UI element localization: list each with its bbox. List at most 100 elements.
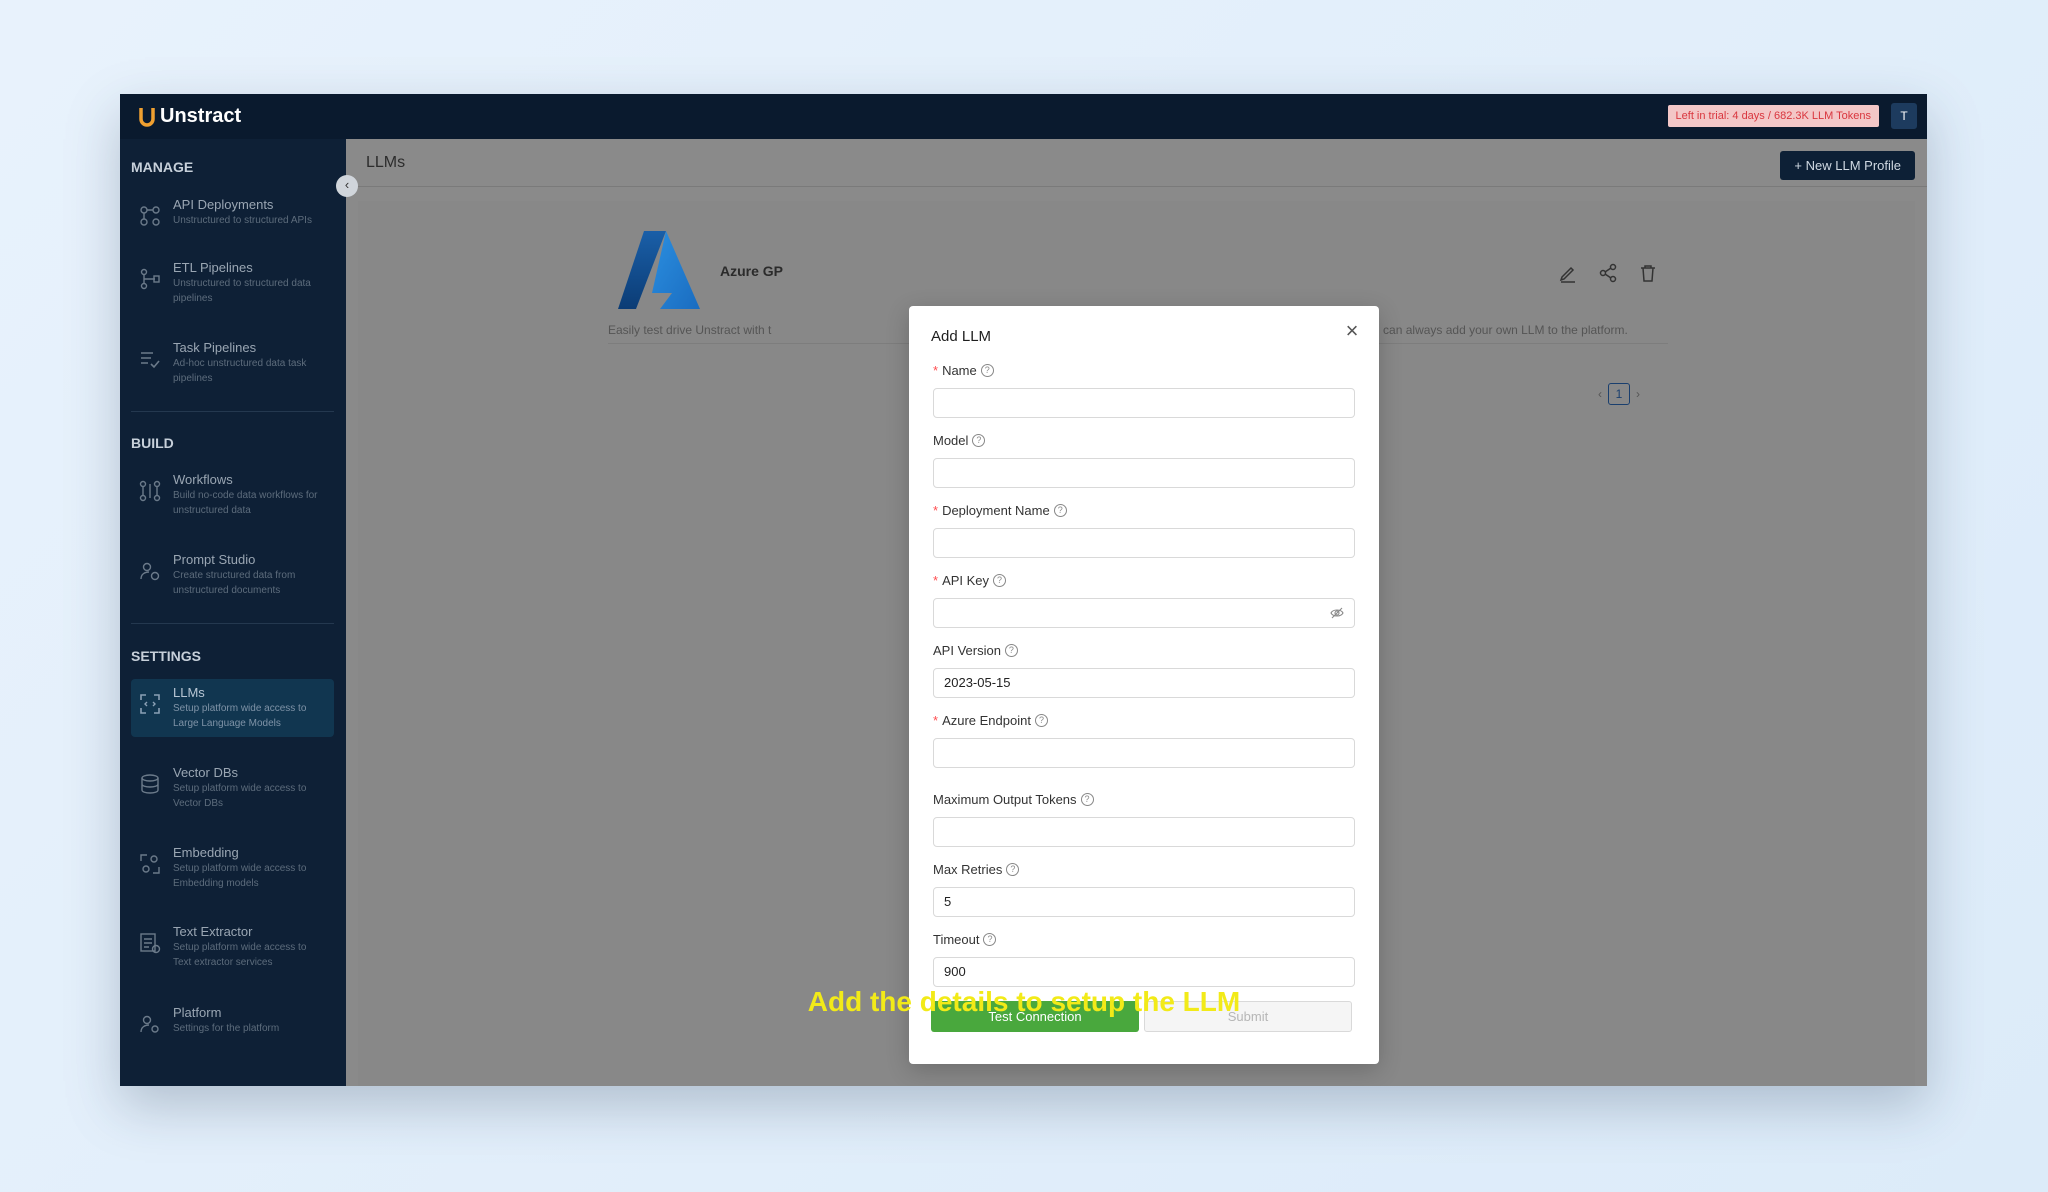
top-bar: Unstract Left in trial: 4 days / 682.3K … xyxy=(120,94,1927,139)
sidebar-item-api-deployments[interactable]: API Deployments Unstructured to structur… xyxy=(131,191,334,234)
azure-endpoint-input[interactable] xyxy=(933,738,1355,768)
close-icon[interactable]: × xyxy=(1343,320,1361,342)
nav-title: Embedding xyxy=(173,845,239,860)
field-label: Timeout? xyxy=(933,930,1355,948)
field-api-key: * API Key? xyxy=(933,571,1355,628)
help-icon[interactable]: ? xyxy=(1053,503,1067,517)
nav-desc: Ad-hoc unstructured data task pipelines xyxy=(173,358,307,384)
field-azure-endpoint: * Azure Endpoint? xyxy=(933,711,1355,768)
task-icon xyxy=(141,352,160,369)
nav-title: API Deployments xyxy=(173,197,274,212)
sidebar-item-prompt-studio[interactable]: Prompt Studio Create structured data fro… xyxy=(131,546,334,604)
logo[interactable]: Unstract xyxy=(138,105,241,128)
field-label: Max Retries? xyxy=(933,860,1355,878)
new-llm-profile-button[interactable]: + New LLM Profile xyxy=(1780,151,1915,180)
field-label: Model? xyxy=(933,431,1355,449)
share-icon[interactable] xyxy=(1598,263,1618,283)
delete-icon[interactable] xyxy=(1638,263,1658,283)
nav-desc: Unstructured to structured data pipeline… xyxy=(173,278,311,304)
llm-card-description: Easily test drive Unstract with t xyxy=(608,323,772,337)
timeout-label: Timeout xyxy=(933,931,980,947)
nav-title: Prompt Studio xyxy=(173,552,256,567)
field-max-retries: Max Retries? 5 xyxy=(933,860,1355,917)
database-icon xyxy=(141,774,159,794)
field-label: * Name? xyxy=(933,361,1355,379)
edit-icon[interactable] xyxy=(1558,263,1578,283)
field-timeout: Timeout? 900 xyxy=(933,930,1355,987)
field-deployment-name: * Deployment Name? xyxy=(933,501,1355,558)
help-icon[interactable]: ? xyxy=(1004,643,1018,657)
nav-desc: Setup platform wide access to Text extra… xyxy=(173,942,307,968)
field-name: * Name? xyxy=(933,361,1355,418)
max-output-tokens-input[interactable] xyxy=(933,817,1355,847)
help-icon[interactable]: ? xyxy=(1006,862,1020,876)
prompt-studio-icon xyxy=(140,562,160,581)
pagination-page[interactable]: 1 xyxy=(1608,383,1630,405)
sidebar-item-task-pipelines[interactable]: Task Pipelines Ad-hoc unstructured data … xyxy=(131,334,334,392)
max-retries-input[interactable]: 5 xyxy=(933,887,1355,917)
required-marker: * xyxy=(933,572,939,588)
model-input[interactable] xyxy=(933,458,1355,488)
embedding-icon xyxy=(140,854,160,874)
required-marker: * xyxy=(933,712,939,728)
azure-logo-icon xyxy=(618,231,700,309)
chevron-left-icon[interactable]: ‹ xyxy=(336,175,358,197)
nav-desc: Create structured data from unstructured… xyxy=(173,570,296,596)
help-icon[interactable]: ? xyxy=(983,932,997,946)
api-version-input[interactable]: 2023-05-15 xyxy=(933,668,1355,698)
required-marker: * xyxy=(933,502,939,518)
nav-desc: Setup platform wide access to Large Lang… xyxy=(173,703,307,729)
field-label: API Version? xyxy=(933,641,1355,659)
avatar[interactable]: T xyxy=(1891,103,1917,129)
field-max-output-tokens: Maximum Output Tokens? xyxy=(933,790,1355,847)
workflow-icon xyxy=(139,480,161,502)
help-icon[interactable]: ? xyxy=(1034,713,1048,727)
tutorial-caption: Add the details to setup the LLM xyxy=(807,986,1241,1017)
new-llm-profile-label: New LLM Profile xyxy=(1805,158,1901,173)
help-icon[interactable]: ? xyxy=(972,433,986,447)
modal-title: Add LLM xyxy=(931,328,992,345)
llm-icon xyxy=(140,694,160,714)
section-title-build: BUILD xyxy=(131,435,174,451)
sidebar-item-etl-pipelines[interactable]: ETL Pipelines Unstructured to structured… xyxy=(131,254,334,312)
field-api-version: API Version? 2023-05-15 xyxy=(933,641,1355,698)
help-icon[interactable]: ? xyxy=(993,573,1007,587)
trial-badge: Left in trial: 4 days / 682.3K LLM Token… xyxy=(1667,105,1879,127)
page-title: LLMs xyxy=(366,154,406,171)
name-input[interactable] xyxy=(933,388,1355,418)
sidebar-item-llms[interactable]: LLMs Setup platform wide access to Large… xyxy=(131,679,334,737)
nav-title: Workflows xyxy=(173,472,233,487)
model-label: Model xyxy=(933,432,969,448)
timeout-input[interactable]: 900 xyxy=(933,957,1355,987)
name-label: Name xyxy=(942,362,977,378)
sidebar-item-embedding[interactable]: Embedding Setup platform wide access to … xyxy=(131,839,334,897)
unstract-logo-icon xyxy=(139,107,155,127)
card-actions xyxy=(1558,263,1658,283)
sidebar: ‹ MANAGE API Deployments Unstructured to… xyxy=(120,139,358,1086)
eye-invisible-icon[interactable] xyxy=(1330,606,1344,620)
field-label: * Azure Endpoint? xyxy=(933,711,1355,729)
sidebar-item-text-extractor[interactable]: Text Extractor Setup platform wide acces… xyxy=(131,918,334,976)
nav-desc: Build no-code data workflows for unstruc… xyxy=(173,490,318,516)
api-key-input[interactable] xyxy=(933,598,1355,628)
section-title-settings: SETTINGS xyxy=(131,648,202,664)
azure-endpoint-label: Azure Endpoint xyxy=(942,712,1031,728)
nav-desc: Unstructured to structured APIs xyxy=(173,215,312,226)
chevron-left-icon[interactable]: ‹ xyxy=(1598,387,1602,401)
api-key-label: API Key xyxy=(942,572,990,588)
chevron-right-icon[interactable]: › xyxy=(1636,387,1640,401)
sidebar-item-workflows[interactable]: Workflows Build no-code data workflows f… xyxy=(131,466,334,524)
plus-icon: + xyxy=(1794,158,1806,173)
logo-text: Unstract xyxy=(160,105,242,127)
field-label: * API Key? xyxy=(933,571,1355,589)
nav-desc: Setup platform wide access to Vector DBs xyxy=(173,783,307,809)
deployment-name-input[interactable] xyxy=(933,528,1355,558)
etl-icon xyxy=(140,268,160,290)
sidebar-item-vector-dbs[interactable]: Vector DBs Setup platform wide access to… xyxy=(131,759,334,817)
max-retries-label: Max Retries xyxy=(933,861,1003,877)
divider xyxy=(131,623,334,624)
help-icon[interactable]: ? xyxy=(980,363,994,377)
text-extractor-icon xyxy=(140,933,161,954)
nav-title: Text Extractor xyxy=(173,924,253,939)
help-icon[interactable]: ? xyxy=(1080,792,1094,806)
